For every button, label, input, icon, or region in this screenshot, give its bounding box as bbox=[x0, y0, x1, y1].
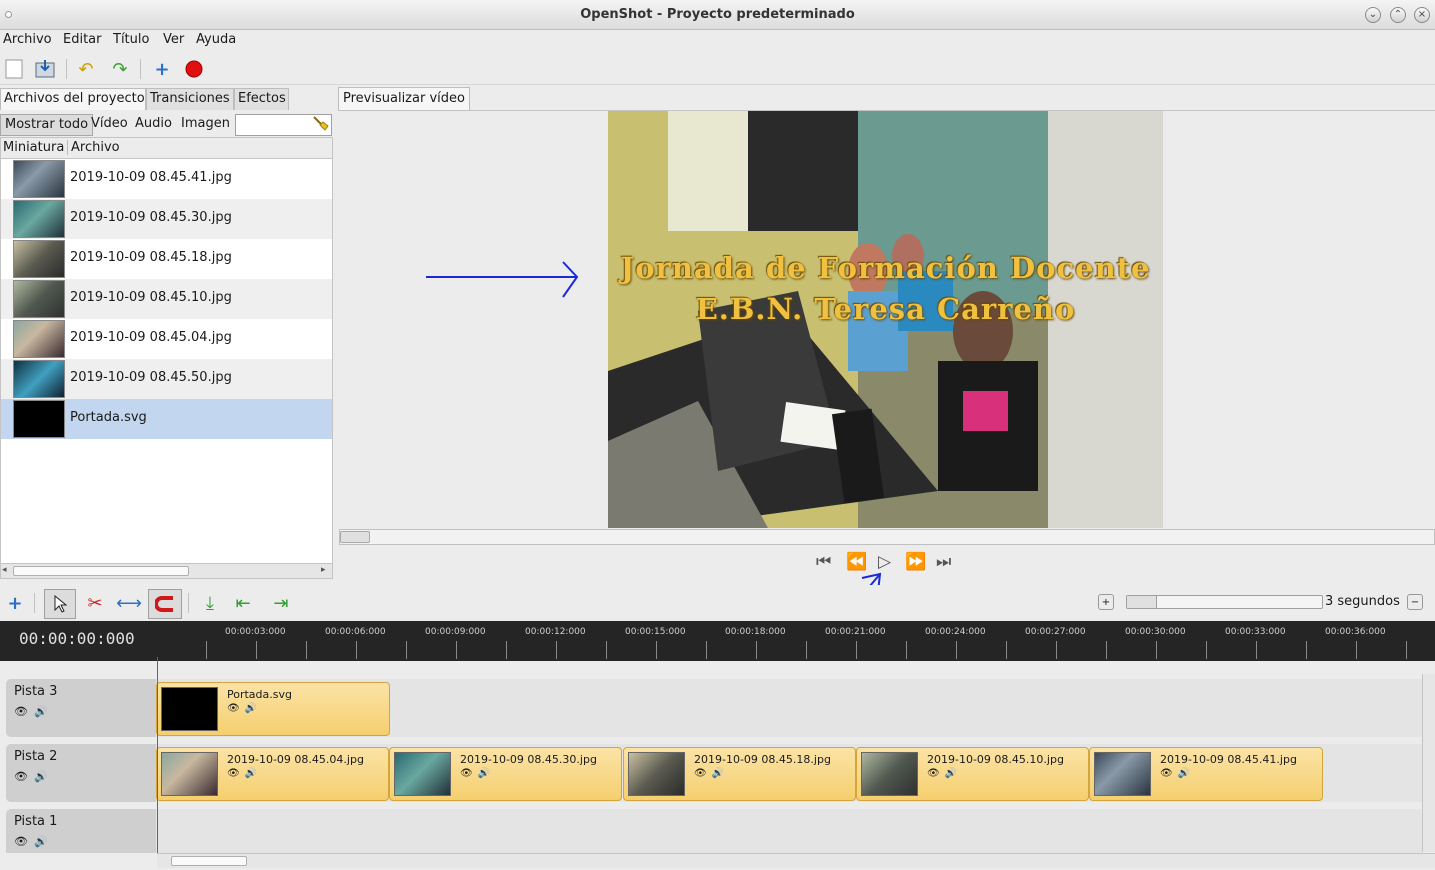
timeline-tracks: Pista 3 👁🔊 Portada.svg 👁🔊 Pista 2 👁🔊 201… bbox=[0, 661, 1422, 853]
clip-name: 2019-10-09 08.45.04.jpg bbox=[227, 753, 364, 766]
clip-name: 2019-10-09 08.45.41.jpg bbox=[1160, 753, 1297, 766]
fast-forward-icon[interactable]: ⏩ bbox=[905, 552, 926, 572]
ruler-label: 00:00:12:000 bbox=[525, 627, 586, 637]
track-2[interactable]: Pista 2 👁🔊 2019-10-09 08.45.04.jpg 👁🔊 20… bbox=[6, 744, 1422, 802]
timeline-vertical-scrollbar[interactable] bbox=[1422, 674, 1435, 852]
track-body[interactable]: Portada.svg 👁🔊 bbox=[156, 679, 1422, 737]
track-3[interactable]: Pista 3 👁🔊 Portada.svg 👁🔊 bbox=[6, 679, 1422, 737]
clip-thumbnail bbox=[161, 752, 218, 796]
track-name: Pista 3 bbox=[14, 684, 58, 699]
clip-visibility-audio-icons[interactable]: 👁🔊 bbox=[460, 768, 495, 779]
current-timecode: 00:00:00:000 bbox=[19, 629, 135, 648]
jump-end-icon[interactable]: ⏭ bbox=[936, 552, 951, 572]
clip-thumbnail bbox=[161, 687, 218, 731]
ruler-label: 00:00:21:000 bbox=[825, 627, 886, 637]
ruler-label: 00:00:36:000 bbox=[1325, 627, 1386, 637]
track-header[interactable]: Pista 1 👁🔊 bbox=[6, 809, 156, 853]
clip[interactable]: 2019-10-09 08.45.30.jpg 👁🔊 bbox=[389, 747, 622, 801]
ruler-label: 00:00:06:000 bbox=[325, 627, 386, 637]
zoom-slider[interactable] bbox=[1126, 595, 1323, 609]
clip-thumbnail bbox=[628, 752, 685, 796]
clip-name: 2019-10-09 08.45.18.jpg bbox=[694, 753, 831, 766]
clip-name: 2019-10-09 08.45.10.jpg bbox=[927, 753, 1064, 766]
clip[interactable]: 2019-10-09 08.45.10.jpg 👁🔊 bbox=[856, 747, 1089, 801]
timeline-ruler[interactable]: 00:00:00:000 00:00:03:000 00:00:06:000 0… bbox=[0, 621, 1435, 661]
timeline-horizontal-scrollbar[interactable] bbox=[157, 853, 1435, 868]
toolbar-separator bbox=[188, 593, 189, 613]
resize-tool-icon[interactable]: ⟷ bbox=[116, 592, 142, 614]
razor-tool-icon[interactable]: ✂ bbox=[84, 592, 106, 614]
ruler-label: 00:00:24:000 bbox=[925, 627, 986, 637]
ruler-label: 00:00:33:000 bbox=[1225, 627, 1286, 637]
track-body[interactable]: 2019-10-09 08.45.04.jpg 👁🔊 2019-10-09 08… bbox=[156, 744, 1422, 802]
seek-slider-handle[interactable] bbox=[340, 531, 370, 543]
jump-start-icon[interactable]: ⏮ bbox=[816, 552, 831, 572]
clip-name: 2019-10-09 08.45.30.jpg bbox=[460, 753, 597, 766]
clip-visibility-audio-icons[interactable]: 👁🔊 bbox=[927, 768, 962, 779]
clip-visibility-audio-icons[interactable]: 👁🔊 bbox=[1160, 768, 1195, 779]
clip[interactable]: 2019-10-09 08.45.04.jpg 👁🔊 bbox=[156, 747, 389, 801]
select-tool-icon[interactable] bbox=[44, 589, 76, 619]
ruler-label: 00:00:30:000 bbox=[1125, 627, 1186, 637]
clip[interactable]: 2019-10-09 08.45.18.jpg 👁🔊 bbox=[623, 747, 856, 801]
zoom-out-icon[interactable]: − bbox=[1407, 594, 1423, 610]
clip-visibility-audio-icons[interactable]: 👁🔊 bbox=[227, 703, 262, 714]
preview-seek-slider[interactable] bbox=[339, 529, 1435, 545]
clip-visibility-audio-icons[interactable]: 👁🔊 bbox=[694, 768, 729, 779]
ruler-label: 00:00:18:000 bbox=[725, 627, 786, 637]
add-marker-icon[interactable]: ⤓ bbox=[199, 592, 221, 614]
clip-name: Portada.svg bbox=[227, 688, 292, 701]
ruler-label: 00:00:15:000 bbox=[625, 627, 686, 637]
zoom-in-icon[interactable]: + bbox=[1098, 594, 1114, 610]
clip-thumbnail bbox=[1094, 752, 1151, 796]
next-marker-icon[interactable]: ⇥ bbox=[270, 592, 292, 614]
clip-thumbnail bbox=[861, 752, 918, 796]
add-track-icon[interactable]: + bbox=[4, 592, 26, 614]
track-visibility-audio-icons[interactable]: 👁🔊 bbox=[14, 835, 54, 848]
clip-visibility-audio-icons[interactable]: 👁🔊 bbox=[227, 768, 262, 779]
ruler-label: 00:00:03:000 bbox=[225, 627, 286, 637]
ruler-label: 00:00:27:000 bbox=[1025, 627, 1086, 637]
track-header[interactable]: Pista 3 👁🔊 bbox=[6, 679, 156, 737]
track-name: Pista 2 bbox=[14, 749, 58, 764]
track-visibility-audio-icons[interactable]: 👁🔊 bbox=[14, 705, 54, 718]
snap-magnet-icon[interactable] bbox=[148, 589, 182, 619]
play-icon[interactable]: ▷ bbox=[878, 552, 891, 572]
track-visibility-audio-icons[interactable]: 👁🔊 bbox=[14, 770, 54, 783]
timeline-toolbar: + ✂ ⟷ ⤓ ⇤ ⇥ + − bbox=[0, 585, 1435, 621]
clip[interactable]: 2019-10-09 08.45.41.jpg 👁🔊 bbox=[1089, 747, 1323, 801]
track-name: Pista 1 bbox=[14, 814, 58, 829]
track-header[interactable]: Pista 2 👁🔊 bbox=[6, 744, 156, 802]
previous-marker-icon[interactable]: ⇤ bbox=[232, 592, 254, 614]
playhead[interactable] bbox=[157, 657, 158, 853]
clip[interactable]: Portada.svg 👁🔊 bbox=[156, 682, 390, 736]
zoom-slider-handle[interactable] bbox=[1127, 596, 1157, 608]
clip-thumbnail bbox=[394, 752, 451, 796]
toolbar-separator bbox=[34, 593, 35, 613]
track-body[interactable] bbox=[156, 809, 1422, 853]
rewind-icon[interactable]: ⏪ bbox=[846, 552, 867, 572]
scrollbar-thumb[interactable] bbox=[171, 856, 247, 866]
track-1[interactable]: Pista 1 👁🔊 bbox=[6, 809, 1422, 853]
ruler-label: 00:00:09:000 bbox=[425, 627, 486, 637]
zoom-label: 3 segundos bbox=[1325, 594, 1400, 609]
